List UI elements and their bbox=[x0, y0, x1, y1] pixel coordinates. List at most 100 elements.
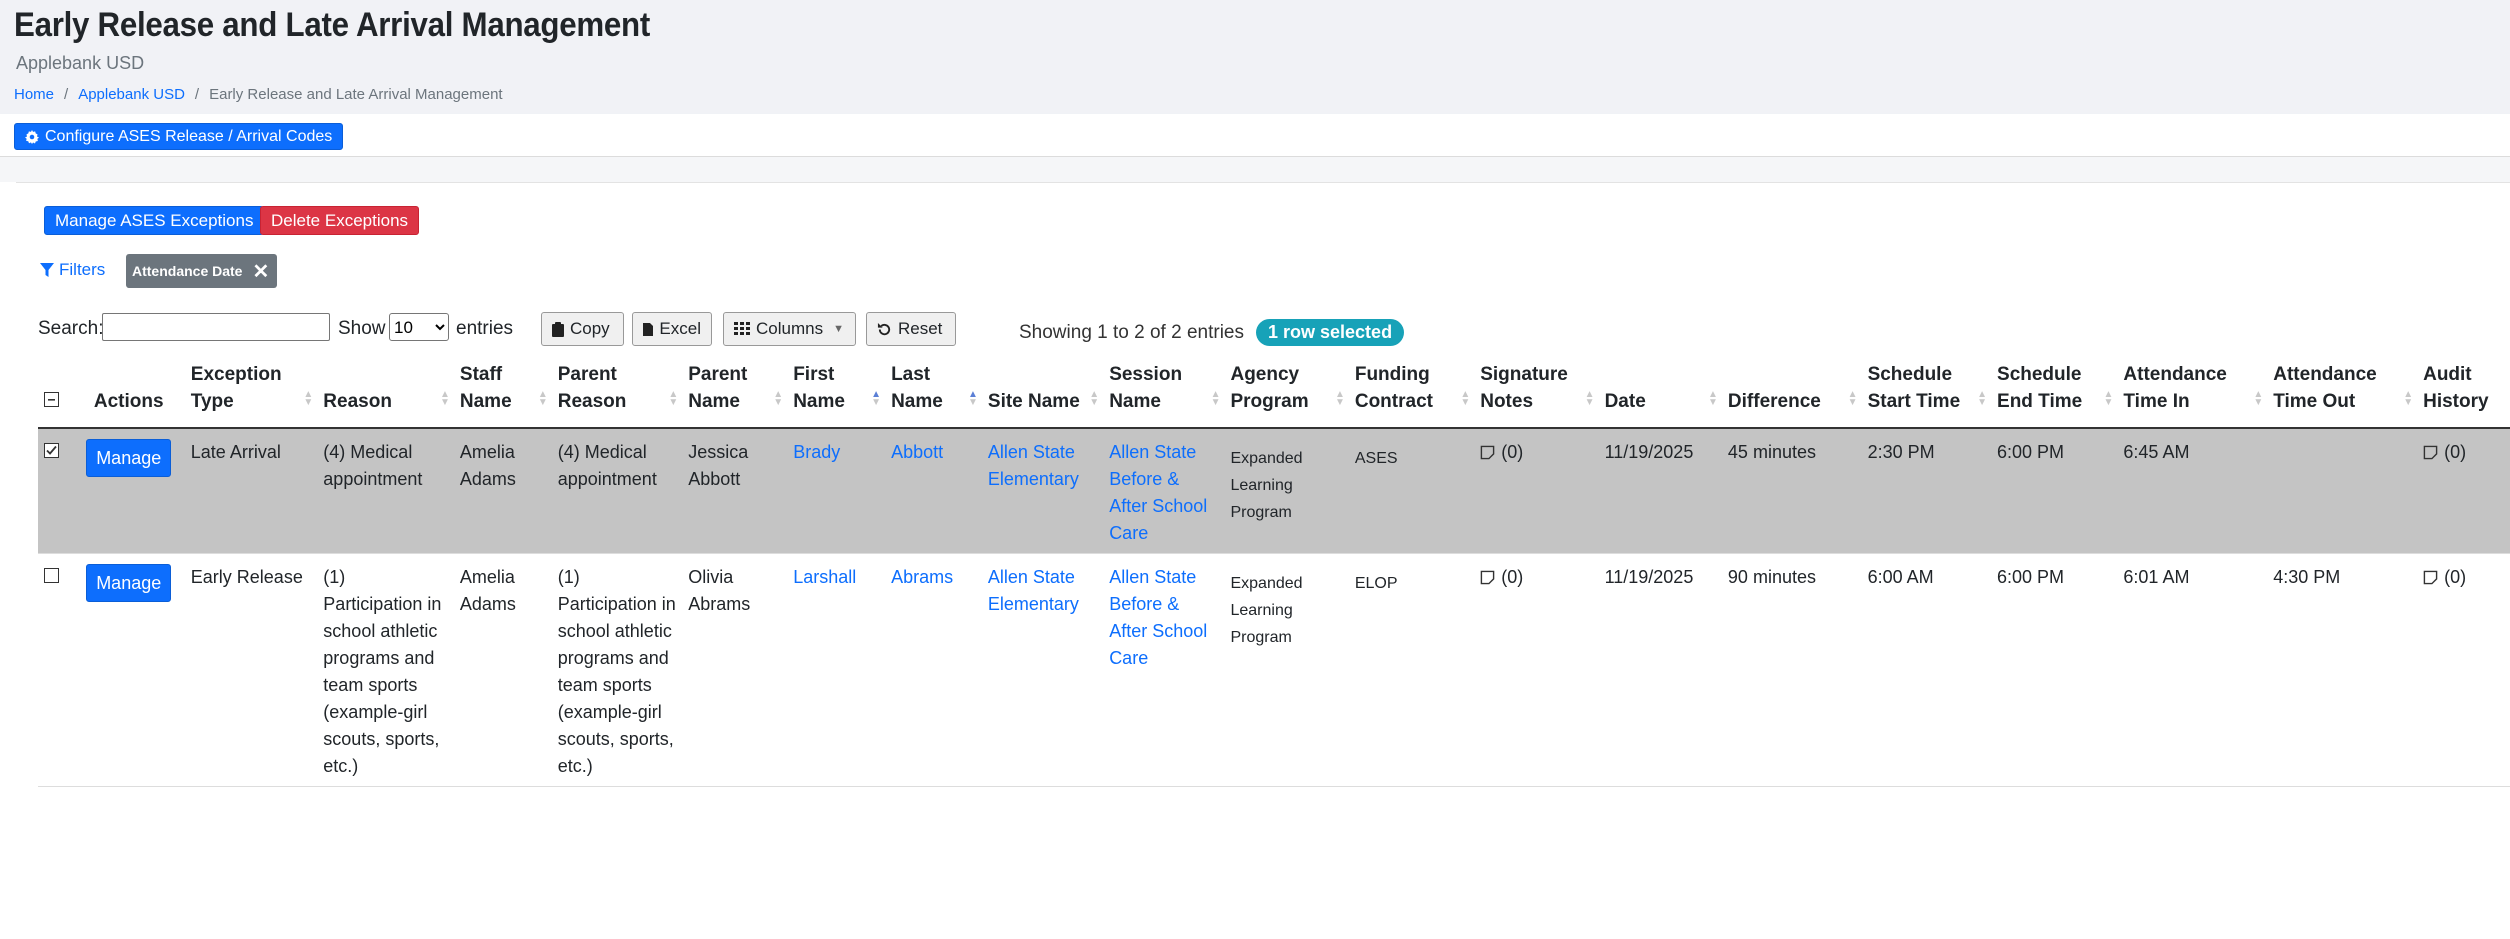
column-header-parent-reason[interactable]: Parent Reason ▲ ▼ bbox=[551, 361, 683, 429]
excel-label: Excel bbox=[659, 319, 701, 338]
column-header-date[interactable]: Date ▲ ▼ bbox=[1598, 361, 1722, 429]
column-header-exception-type[interactable]: Exception Type ▲ ▼ bbox=[184, 361, 318, 429]
configure-codes-button[interactable]: Configure ASES Release / Arrival Codes bbox=[14, 123, 344, 150]
breadcrumb-current: Early Release and Late Arrival Managemen… bbox=[209, 86, 503, 103]
signature-notes-cell[interactable]: (0) bbox=[1474, 428, 1599, 554]
configure-codes-label: Configure ASES Release / Arrival Codes bbox=[45, 127, 333, 145]
filter-chip-attendance-date[interactable]: Attendance Date ✕ bbox=[126, 254, 278, 288]
select-all-checkbox-icon[interactable] bbox=[44, 392, 59, 407]
last-name-link[interactable]: Abrams bbox=[891, 567, 953, 587]
audit-history-cell[interactable]: (0) bbox=[2417, 553, 2510, 787]
funding-contract-cell: ELOP bbox=[1348, 553, 1475, 787]
sort-icon: ▲ ▼ bbox=[1977, 389, 1988, 408]
column-header-difference[interactable]: Difference ▲ ▼ bbox=[1721, 361, 1862, 429]
sort-icon: ▲ ▼ bbox=[967, 389, 978, 408]
column-header-funding-contract[interactable]: Funding Contract ▲ ▼ bbox=[1348, 361, 1475, 429]
sort-icon: ▲ ▼ bbox=[1584, 389, 1595, 408]
actions-cell: Manage bbox=[72, 553, 185, 787]
parent-reason-cell: (4) Medical appointment bbox=[551, 428, 683, 554]
selected-rows-badge: 1 row selected bbox=[1256, 319, 1405, 346]
sort-icon: ▲ ▼ bbox=[668, 389, 679, 408]
row-checkbox-cell[interactable] bbox=[38, 553, 73, 787]
column-header-staff-name[interactable]: Staff Name ▲ ▼ bbox=[453, 361, 552, 429]
parent-name-cell: Jessica Abbott bbox=[682, 428, 788, 554]
column-header-reason[interactable]: Reason ▲ ▼ bbox=[317, 361, 454, 429]
reason-cell: (1) Participation in school athletic pro… bbox=[317, 553, 454, 787]
column-header-attendance-time-in[interactable]: Attendance Time In ▲ ▼ bbox=[2117, 361, 2268, 429]
column-header-actions: Actions bbox=[72, 361, 185, 429]
first-name-cell: Larshall bbox=[787, 553, 886, 787]
manage-exceptions-button[interactable]: Manage ASES Exceptions bbox=[44, 206, 265, 235]
column-header-parent-name[interactable]: Parent Name ▲ ▼ bbox=[682, 361, 788, 429]
site-name-link[interactable]: Allen State Elementary bbox=[988, 442, 1079, 489]
table-row[interactable]: Manage Late Arrival (4) Medical appointm… bbox=[38, 428, 2510, 554]
page-header: Early Release and Late Arrival Managemen… bbox=[0, 0, 2510, 115]
note-icon bbox=[1480, 570, 1495, 585]
caret-down-icon: ▼ bbox=[833, 323, 844, 335]
note-icon bbox=[1480, 445, 1495, 460]
sort-icon: ▲ ▼ bbox=[2103, 389, 2114, 408]
filters-toggle[interactable]: Filters bbox=[40, 260, 105, 280]
separator-band bbox=[0, 157, 2510, 182]
config-toolbar: Configure ASES Release / Arrival Codes bbox=[0, 114, 2510, 157]
copy-button[interactable]: Copy bbox=[541, 312, 624, 346]
close-icon[interactable]: ✕ bbox=[252, 259, 269, 284]
session-name-link[interactable]: Allen State Before & After School Care bbox=[1109, 567, 1207, 668]
session-name-cell: Allen State Before & After School Care bbox=[1103, 428, 1225, 554]
filters-label: Filters bbox=[59, 260, 106, 279]
column-header-last-name[interactable]: Last Name ▲ ▼ bbox=[885, 361, 982, 429]
reset-label: Reset bbox=[898, 319, 943, 338]
first-name-link[interactable]: Larshall bbox=[793, 567, 856, 587]
row-checkbox-cell[interactable] bbox=[38, 428, 73, 554]
signature-notes-cell[interactable]: (0) bbox=[1474, 553, 1599, 787]
excel-button[interactable]: Excel bbox=[632, 312, 712, 346]
sort-icon: ▲ ▼ bbox=[1847, 389, 1858, 408]
sort-icon: ▲ ▼ bbox=[1210, 389, 1221, 408]
breadcrumb-district[interactable]: Applebank USD bbox=[78, 86, 185, 103]
sort-icon: ▲ ▼ bbox=[2253, 389, 2264, 408]
parent-reason-cell: (1) Participation in school athletic pro… bbox=[551, 553, 683, 787]
first-name-link[interactable]: Brady bbox=[793, 442, 840, 462]
search-input[interactable] bbox=[102, 313, 330, 341]
entries-label: entries bbox=[456, 318, 514, 339]
session-name-link[interactable]: Allen State Before & After School Care bbox=[1109, 442, 1207, 543]
staff-name-cell: Amelia Adams bbox=[453, 428, 552, 554]
column-header-audit-history[interactable]: Audit History bbox=[2417, 361, 2510, 429]
time-in-cell: 6:45 AM bbox=[2117, 428, 2268, 554]
audit-history-count: (0) bbox=[2444, 442, 2467, 462]
delete-exceptions-button[interactable]: Delete Exceptions bbox=[260, 206, 420, 235]
exception-type-cell: Late Arrival bbox=[184, 428, 318, 554]
sort-icon: ▲ ▼ bbox=[439, 389, 450, 408]
sort-icon: ▲ ▼ bbox=[537, 389, 548, 408]
column-header-attendance-time-out[interactable]: Attendance Time Out ▲ ▼ bbox=[2267, 361, 2418, 429]
last-name-link[interactable]: Abbott bbox=[891, 442, 943, 462]
columns-button[interactable]: Columns ▼ bbox=[723, 312, 856, 346]
checked-checkbox-icon[interactable] bbox=[44, 443, 59, 458]
site-name-cell: Allen State Elementary bbox=[981, 428, 1104, 554]
column-header-signature-notes[interactable]: Signature Notes ▲ ▼ bbox=[1474, 361, 1599, 429]
audit-history-cell[interactable]: (0) bbox=[2417, 428, 2510, 554]
time-out-cell: 4:30 PM bbox=[2267, 553, 2418, 787]
unchecked-checkbox-icon[interactable] bbox=[44, 568, 59, 583]
clipboard-icon bbox=[552, 321, 564, 337]
column-header-first-name[interactable]: First Name ▲ ▼ bbox=[787, 361, 886, 429]
search-label: Search: bbox=[38, 318, 104, 339]
table-row[interactable]: Manage Early Release (1) Participation i… bbox=[38, 553, 2510, 787]
site-name-link[interactable]: Allen State Elementary bbox=[988, 567, 1079, 614]
column-header-schedule-start-time[interactable]: Schedule Start Time ▲ ▼ bbox=[1861, 361, 1992, 429]
column-header-site-name[interactable]: Site Name ▲ ▼ bbox=[981, 361, 1104, 429]
first-name-cell: Brady bbox=[787, 428, 886, 554]
column-header-session-name[interactable]: Session Name ▲ ▼ bbox=[1103, 361, 1225, 429]
page-size-select[interactable]: 10 bbox=[389, 313, 449, 341]
column-header-schedule-end-time[interactable]: Schedule End Time ▲ ▼ bbox=[1991, 361, 2118, 429]
breadcrumb-home[interactable]: Home bbox=[14, 86, 54, 103]
column-header-agency-program[interactable]: Agency Program ▲ ▼ bbox=[1224, 361, 1349, 429]
page-subtitle: Applebank USD bbox=[16, 53, 145, 73]
breadcrumb-separator: / bbox=[194, 86, 200, 103]
reason-cell: (4) Medical appointment bbox=[317, 428, 454, 554]
reset-button[interactable]: Reset bbox=[866, 312, 956, 346]
manage-button[interactable]: Manage bbox=[86, 439, 172, 477]
select-all-header[interactable] bbox=[38, 361, 73, 429]
manage-button[interactable]: Manage bbox=[86, 564, 172, 602]
staff-name-cell: Amelia Adams bbox=[453, 553, 552, 787]
